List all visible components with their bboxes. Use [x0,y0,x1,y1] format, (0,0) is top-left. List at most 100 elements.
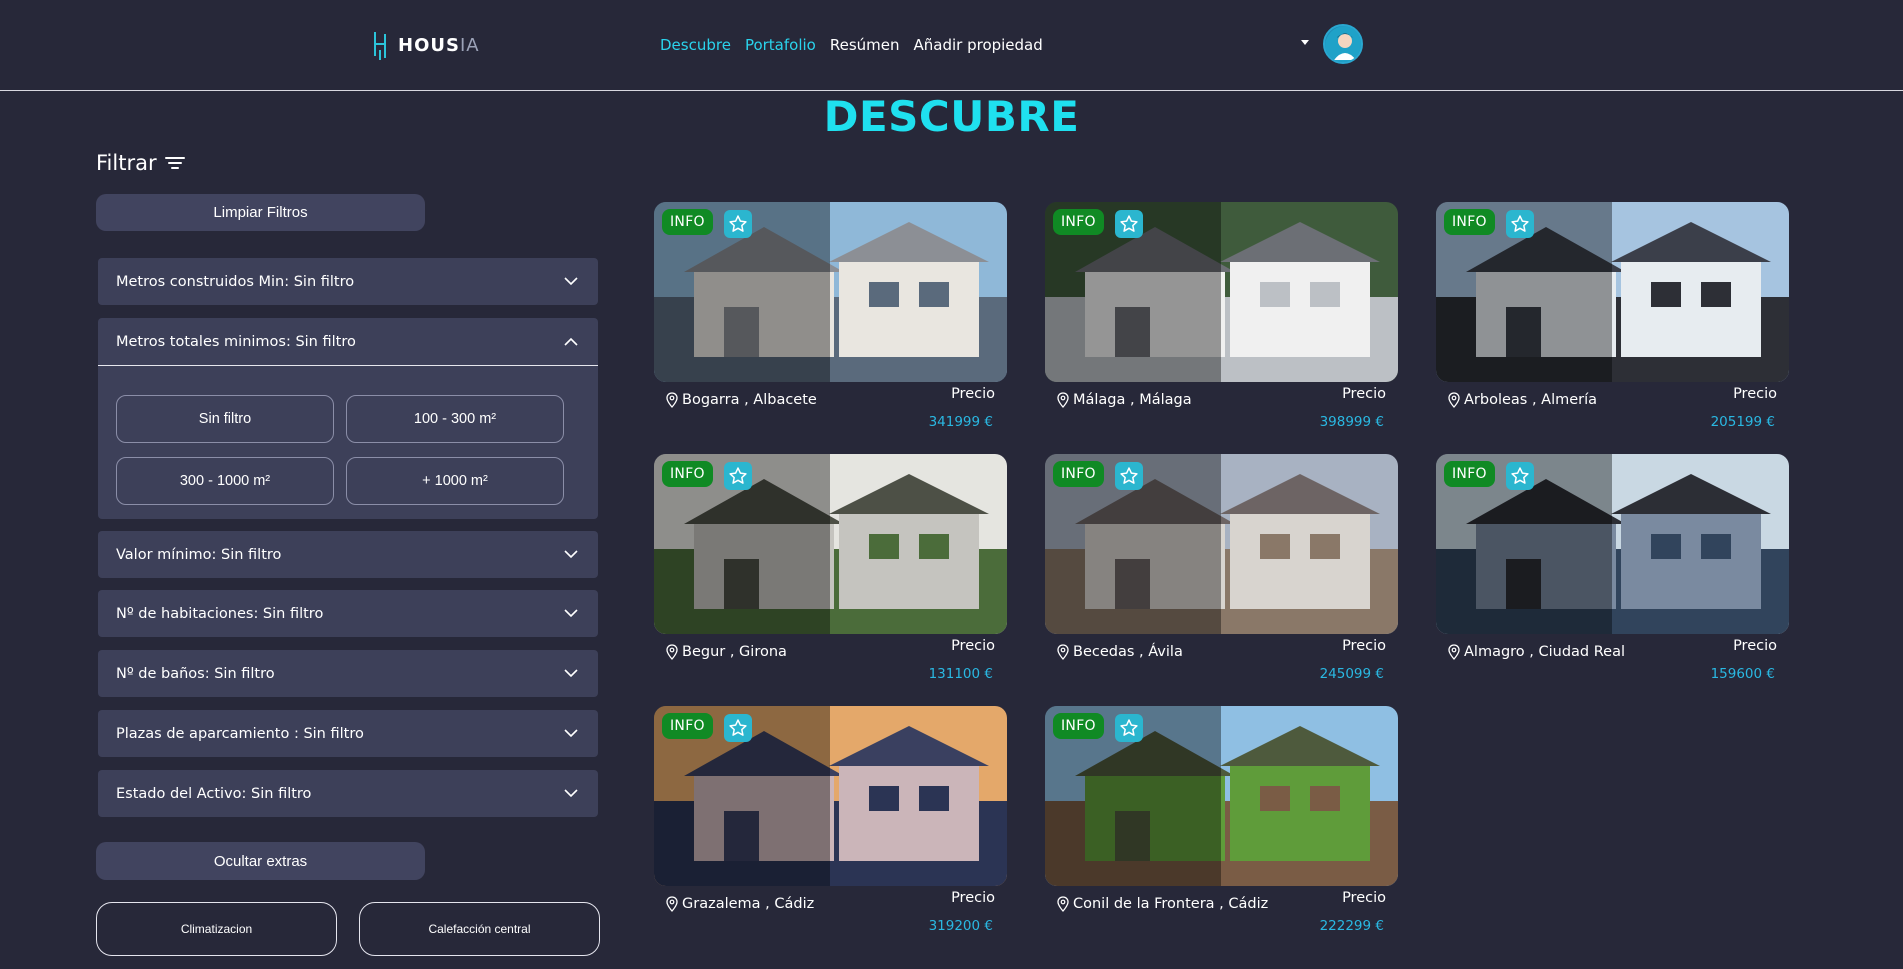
filter-options: Sin filtro 100 - 300 m² 300 - 1000 m² + … [98,365,598,519]
logo-text: HOUSIA [398,34,480,56]
property-location: Almagro , Ciudad Real [1448,641,1668,663]
property-card[interactable]: INFO Almagro , Ciudad Real Precio 159600… [1436,454,1789,682]
location-text: Conil de la Frontera , Cádiz [1073,896,1269,912]
chevron-down-icon [564,277,578,286]
location-text: Grazalema , Cádiz [682,896,815,912]
price-value: 159600 € [1710,666,1775,682]
property-location: Begur , Girona [666,641,886,663]
hide-extras-button[interactable]: Ocultar extras [96,842,425,880]
filter-estado-activo[interactable]: Estado del Activo: Sin filtro [98,770,598,817]
property-location: Arboleas , Almería [1448,389,1668,411]
chevron-down-icon [564,669,578,678]
favorite-star-icon[interactable] [1115,210,1143,238]
property-card[interactable]: INFO Becedas , Ávila Precio 245099 € [1045,454,1398,682]
favorite-star-icon[interactable] [1506,210,1534,238]
favorite-star-icon[interactable] [724,210,752,238]
info-badge[interactable]: INFO [1053,209,1104,235]
nav-portafolio[interactable]: Portafolio [745,36,816,54]
property-image[interactable]: INFO [1045,454,1398,634]
filter-label: Nº de habitaciones: Sin filtro [116,605,324,622]
filter-habitaciones[interactable]: Nº de habitaciones: Sin filtro [98,590,598,637]
info-badge[interactable]: INFO [1053,713,1104,739]
filter-banos[interactable]: Nº de baños: Sin filtro [98,650,598,697]
filter-metros-construidos[interactable]: Metros construidos Min: Sin filtro [98,258,598,305]
filter-aparcamiento[interactable]: Plazas de aparcamiento : Sin filtro [98,710,598,757]
price-value: 398999 € [1319,414,1384,430]
option-1000-plus[interactable]: + 1000 m² [346,457,564,505]
filter-valor-minimo[interactable]: Valor mínimo: Sin filtro [98,531,598,578]
property-image[interactable]: INFO [1045,202,1398,382]
price-value: 319200 € [928,918,993,934]
property-location: Bogarra , Albacete [666,389,886,411]
chevron-up-icon [564,337,578,346]
nav-resumen[interactable]: Resúmen [830,36,900,54]
location-text: Becedas , Ávila [1073,644,1183,660]
location-pin-icon [1057,392,1069,408]
property-image[interactable]: INFO [1436,202,1789,382]
user-menu-caret-icon[interactable] [1301,40,1309,45]
location-pin-icon [666,896,678,912]
info-badge[interactable]: INFO [662,713,713,739]
property-location: Málaga , Málaga [1057,389,1277,411]
filter-label: Valor mínimo: Sin filtro [116,546,282,563]
price-value: 222299 € [1319,918,1384,934]
nav-descubre[interactable]: Descubre [660,36,731,54]
favorite-star-icon[interactable] [1115,714,1143,742]
price-label: Precio [1733,386,1777,402]
favorite-star-icon[interactable] [1506,462,1534,490]
property-card[interactable]: INFO Conil de la Frontera , Cádiz Precio… [1045,706,1398,934]
price-label: Precio [951,386,995,402]
option-100-300[interactable]: 100 - 300 m² [346,395,564,443]
property-image[interactable]: INFO [654,706,1007,886]
property-location: Grazalema , Cádiz [666,893,886,915]
info-badge[interactable]: INFO [1444,209,1495,235]
top-navbar: HOUSIA Descubre Portafolio Resúmen Añadi… [0,0,1903,91]
property-image[interactable]: INFO [1436,454,1789,634]
chevron-down-icon [564,729,578,738]
price-label: Precio [951,890,995,906]
property-image[interactable]: INFO [654,202,1007,382]
info-badge[interactable]: INFO [662,209,713,235]
nav-anadir-propiedad[interactable]: Añadir propiedad [914,36,1043,54]
location-pin-icon [1448,644,1460,660]
property-card[interactable]: INFO Begur , Girona Precio 131100 € [654,454,1007,682]
price-value: 341999 € [928,414,993,430]
user-avatar[interactable] [1323,24,1363,64]
option-sin-filtro[interactable]: Sin filtro [116,395,334,443]
chevron-down-icon [564,550,578,559]
favorite-star-icon[interactable] [1115,462,1143,490]
property-card[interactable]: INFO Grazalema , Cádiz Precio 319200 € [654,706,1007,934]
info-badge[interactable]: INFO [662,461,713,487]
filter-metros-totales-header[interactable]: Metros totales minimos: Sin filtro [98,318,598,365]
property-card[interactable]: INFO Málaga , Málaga Precio 398999 € [1045,202,1398,430]
filter-heading: Filtrar [96,151,185,175]
property-card[interactable]: INFO Bogarra , Albacete Precio 341999 € [654,202,1007,430]
main-nav: Descubre Portafolio Resúmen Añadir propi… [660,36,1043,54]
property-location: Conil de la Frontera , Cádiz [1057,893,1277,915]
option-300-1000[interactable]: 300 - 1000 m² [116,457,334,505]
user-avatar-icon [1325,26,1361,62]
page-title: DESCUBRE [823,92,1080,141]
property-image[interactable]: INFO [654,454,1007,634]
extra-calefaccion-central[interactable]: Calefacción central [359,902,600,956]
property-card[interactable]: INFO Arboleas , Almería Precio 205199 € [1436,202,1789,430]
chevron-down-icon [564,609,578,618]
logo-mark-icon [374,32,386,60]
info-badge[interactable]: INFO [1444,461,1495,487]
favorite-star-icon[interactable] [724,462,752,490]
logo[interactable]: HOUSIA [372,30,480,60]
property-image[interactable]: INFO [1045,706,1398,886]
price-value: 131100 € [928,666,993,682]
clear-filters-button[interactable]: Limpiar Filtros [96,194,425,231]
price-label: Precio [1342,638,1386,654]
price-label: Precio [1733,638,1777,654]
extra-climatizacion[interactable]: Climatizacion [96,902,337,956]
location-text: Arboleas , Almería [1464,392,1598,408]
info-badge[interactable]: INFO [1053,461,1104,487]
property-location: Becedas , Ávila [1057,641,1277,663]
location-pin-icon [1057,644,1069,660]
location-pin-icon [666,644,678,660]
location-pin-icon [666,392,678,408]
location-text: Begur , Girona [682,644,787,660]
favorite-star-icon[interactable] [724,714,752,742]
